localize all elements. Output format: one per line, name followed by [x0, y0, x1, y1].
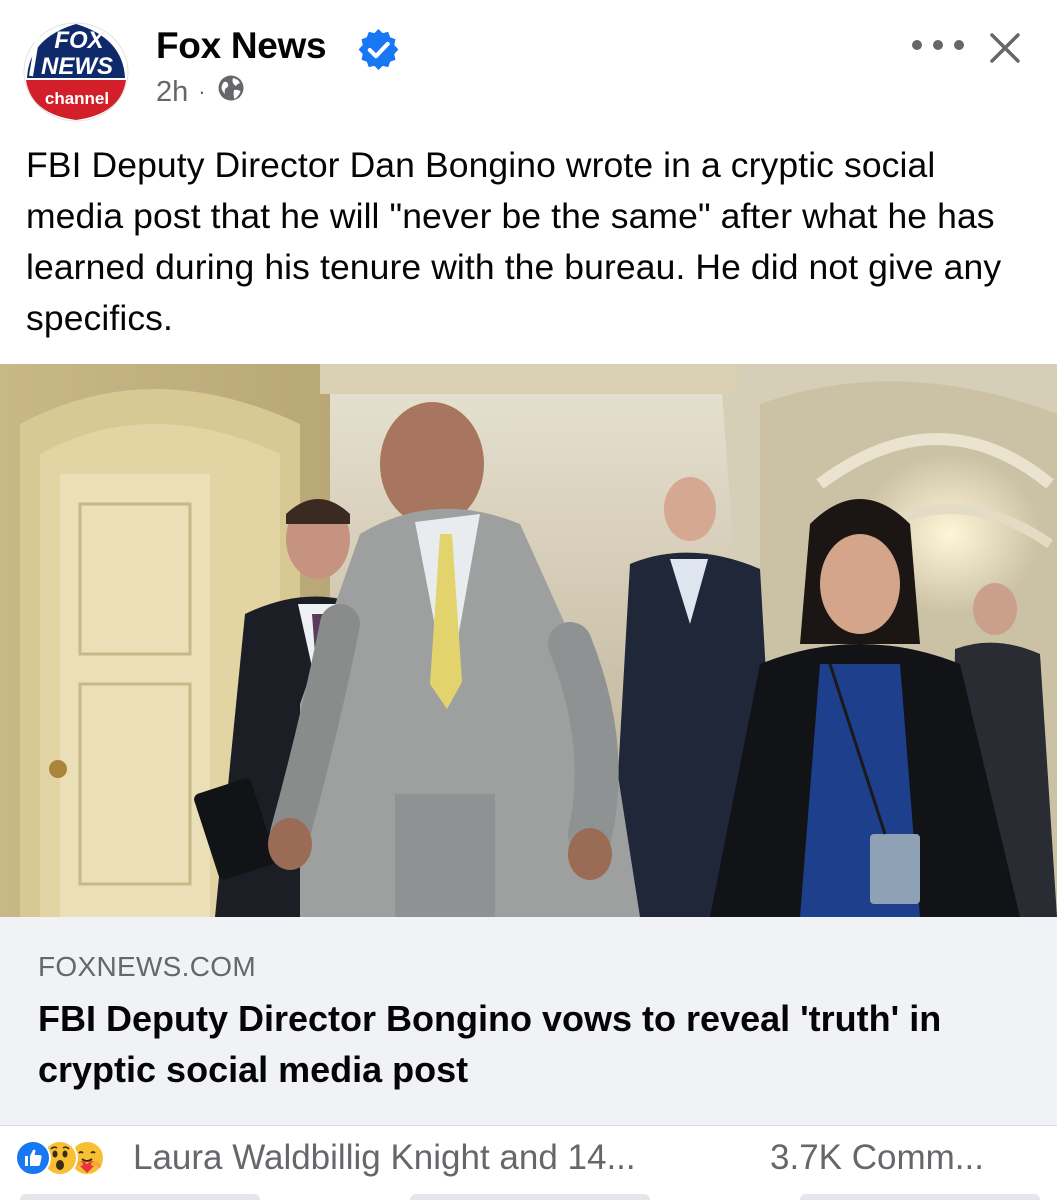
action-bar-edge — [0, 1190, 1057, 1200]
link-preview-image[interactable] — [0, 364, 1057, 917]
link-preview[interactable]: FOXNEWS.COM FBI Deputy Director Bongino … — [0, 917, 1057, 1126]
post-time[interactable]: 2h — [156, 76, 188, 109]
more-options-icon[interactable] — [912, 28, 964, 62]
avatar-fox-text: FOX — [54, 27, 105, 54]
post-caption: FBI Deputy Director Dan Bongino wrote in… — [26, 145, 1002, 338]
post-meta: 2h · — [156, 74, 246, 110]
facebook-post: FOX NEWS channel Fox News 2h · FBI Deput… — [0, 0, 1057, 1200]
avatar-channel-text: channel — [45, 89, 109, 108]
meta-separator: · — [198, 79, 206, 104]
avatar-news-text: NEWS — [41, 53, 113, 80]
page-name[interactable]: Fox News — [156, 26, 327, 66]
reaction-icons[interactable] — [15, 1140, 125, 1176]
link-title[interactable]: FBI Deputy Director Bongino vows to reve… — [38, 993, 1038, 1095]
post-header: FOX NEWS channel Fox News 2h · — [0, 0, 1057, 130]
globe-icon — [216, 73, 246, 111]
link-domain: FOXNEWS.COM — [38, 951, 256, 982]
reactors-summary[interactable]: Laura Waldbillig Knight and 14... — [133, 1138, 636, 1178]
verified-badge-icon — [356, 27, 401, 72]
close-icon[interactable] — [985, 28, 1025, 68]
comments-count[interactable]: 3.7K Comm... — [770, 1138, 984, 1178]
page-avatar[interactable]: FOX NEWS channel — [17, 18, 135, 122]
like-icon — [15, 1140, 51, 1176]
reactions-summary[interactable]: Laura Waldbillig Knight and 14... 3.7K C… — [0, 1126, 1057, 1190]
